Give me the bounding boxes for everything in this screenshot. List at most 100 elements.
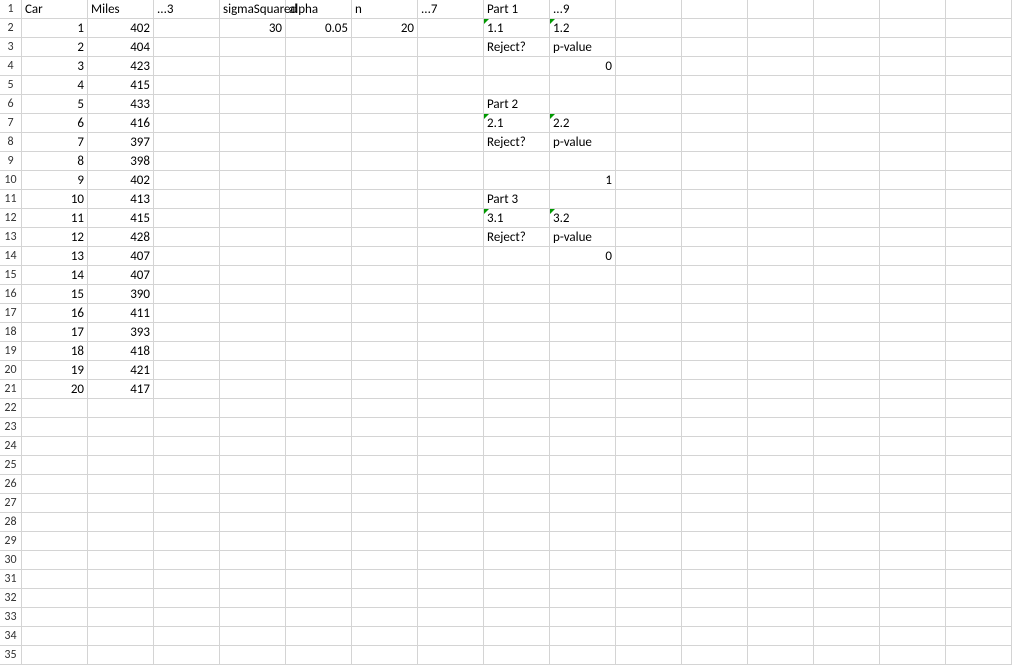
cell-L31[interactable] (748, 570, 814, 589)
cell-E26[interactable] (286, 475, 352, 494)
cell-M6[interactable] (814, 95, 880, 114)
cell-N2[interactable] (880, 19, 946, 38)
cell-E27[interactable] (286, 494, 352, 513)
cell-L2[interactable] (748, 19, 814, 38)
cell-G4[interactable] (418, 57, 484, 76)
cell-I11[interactable] (550, 190, 616, 209)
cell-K5[interactable] (682, 76, 748, 95)
cell-E24[interactable] (286, 437, 352, 456)
cell-B12[interactable]: 415 (88, 209, 154, 228)
cell-C14[interactable] (154, 247, 220, 266)
cell-K34[interactable] (682, 627, 748, 646)
cell-D10[interactable] (220, 171, 286, 190)
cell-J2[interactable] (616, 19, 682, 38)
cell-L6[interactable] (748, 95, 814, 114)
cell-J1[interactable] (616, 0, 682, 19)
row-header-10[interactable]: 10 (0, 171, 22, 190)
cell-N9[interactable] (880, 152, 946, 171)
cell-F29[interactable] (352, 532, 418, 551)
cell-O16[interactable] (946, 285, 1012, 304)
cell-L30[interactable] (748, 551, 814, 570)
cell-O6[interactable] (946, 95, 1012, 114)
cell-E13[interactable] (286, 228, 352, 247)
cell-K35[interactable] (682, 646, 748, 665)
cell-M31[interactable] (814, 570, 880, 589)
cell-L24[interactable] (748, 437, 814, 456)
cell-E33[interactable] (286, 608, 352, 627)
cell-I10[interactable]: 1 (550, 171, 616, 190)
cell-F24[interactable] (352, 437, 418, 456)
cell-D30[interactable] (220, 551, 286, 570)
cell-H25[interactable] (484, 456, 550, 475)
cell-M2[interactable] (814, 19, 880, 38)
cell-A6[interactable]: 5 (22, 95, 88, 114)
cell-J19[interactable] (616, 342, 682, 361)
cell-D26[interactable] (220, 475, 286, 494)
cell-M12[interactable] (814, 209, 880, 228)
cell-F30[interactable] (352, 551, 418, 570)
cell-M7[interactable] (814, 114, 880, 133)
cell-O31[interactable] (946, 570, 1012, 589)
cell-D21[interactable] (220, 380, 286, 399)
cell-O10[interactable] (946, 171, 1012, 190)
cell-O21[interactable] (946, 380, 1012, 399)
cell-E5[interactable] (286, 76, 352, 95)
cell-G9[interactable] (418, 152, 484, 171)
cell-I5[interactable] (550, 76, 616, 95)
row-header-8[interactable]: 8 (0, 133, 22, 152)
cell-J4[interactable] (616, 57, 682, 76)
cell-B33[interactable] (88, 608, 154, 627)
cell-C34[interactable] (154, 627, 220, 646)
cell-M25[interactable] (814, 456, 880, 475)
cell-B8[interactable]: 397 (88, 133, 154, 152)
cell-B21[interactable]: 417 (88, 380, 154, 399)
cell-G2[interactable] (418, 19, 484, 38)
cell-N27[interactable] (880, 494, 946, 513)
row-header-4[interactable]: 4 (0, 57, 22, 76)
cell-G14[interactable] (418, 247, 484, 266)
cell-O22[interactable] (946, 399, 1012, 418)
cell-A25[interactable] (22, 456, 88, 475)
cell-E15[interactable] (286, 266, 352, 285)
cell-L19[interactable] (748, 342, 814, 361)
cell-O28[interactable] (946, 513, 1012, 532)
cell-K21[interactable] (682, 380, 748, 399)
cell-B22[interactable] (88, 399, 154, 418)
cell-I25[interactable] (550, 456, 616, 475)
cell-M22[interactable] (814, 399, 880, 418)
cell-C8[interactable] (154, 133, 220, 152)
cell-O14[interactable] (946, 247, 1012, 266)
row-header-17[interactable]: 17 (0, 304, 22, 323)
cell-F31[interactable] (352, 570, 418, 589)
cell-E21[interactable] (286, 380, 352, 399)
row-header-5[interactable]: 5 (0, 76, 22, 95)
cell-E11[interactable] (286, 190, 352, 209)
cell-A2[interactable]: 1 (22, 19, 88, 38)
cell-C5[interactable] (154, 76, 220, 95)
cell-N6[interactable] (880, 95, 946, 114)
cell-H24[interactable] (484, 437, 550, 456)
cell-K2[interactable] (682, 19, 748, 38)
cell-F4[interactable] (352, 57, 418, 76)
cell-L4[interactable] (748, 57, 814, 76)
row-header-11[interactable]: 11 (0, 190, 22, 209)
cell-F21[interactable] (352, 380, 418, 399)
cell-J17[interactable] (616, 304, 682, 323)
cell-F27[interactable] (352, 494, 418, 513)
cell-A4[interactable]: 3 (22, 57, 88, 76)
cell-I33[interactable] (550, 608, 616, 627)
cell-N8[interactable] (880, 133, 946, 152)
cell-D28[interactable] (220, 513, 286, 532)
cell-O27[interactable] (946, 494, 1012, 513)
cell-M15[interactable] (814, 266, 880, 285)
cell-A22[interactable] (22, 399, 88, 418)
cell-L10[interactable] (748, 171, 814, 190)
cell-K13[interactable] (682, 228, 748, 247)
row-header-35[interactable]: 35 (0, 646, 22, 665)
cell-F8[interactable] (352, 133, 418, 152)
cell-F16[interactable] (352, 285, 418, 304)
cell-J12[interactable] (616, 209, 682, 228)
cell-A21[interactable]: 20 (22, 380, 88, 399)
cell-I4[interactable]: 0 (550, 57, 616, 76)
cell-A8[interactable]: 7 (22, 133, 88, 152)
